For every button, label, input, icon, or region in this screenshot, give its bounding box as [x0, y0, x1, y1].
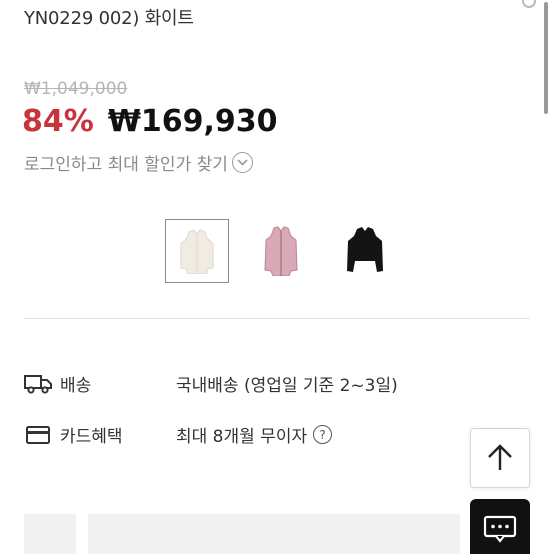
color-option-pink[interactable] — [249, 219, 313, 283]
credit-card-icon — [24, 424, 52, 446]
chat-button[interactable] — [470, 499, 530, 554]
card-benefit-value: 최대 8개월 무이자 — [176, 427, 308, 447]
bottom-panel-right — [88, 514, 460, 554]
jacket-white-icon — [180, 229, 214, 274]
card-benefit-value-wrap: 최대 8개월 무이자 ? — [176, 422, 333, 447]
scroll-to-top-button[interactable] — [470, 428, 530, 488]
color-options — [165, 219, 397, 283]
shipping-row: 배송 국내배송 (영업일 기준 2~3일) — [24, 371, 398, 396]
chevron-down-icon — [231, 152, 253, 173]
original-price: ₩1,049,000 — [24, 79, 128, 99]
card-benefit-row: 카드혜택 최대 8개월 무이자 ? — [24, 422, 333, 447]
jacket-pink-icon — [264, 226, 298, 276]
chat-bubble-icon — [483, 515, 517, 543]
divider — [24, 318, 530, 319]
sale-price: ₩169,930 — [107, 104, 278, 139]
shipping-value: 국내배송 (영업일 기준 2~3일) — [176, 376, 398, 396]
login-discount-link[interactable]: 로그인하고 최대 할인가 찾기 — [24, 150, 253, 175]
discount-rate: 84% — [22, 104, 94, 139]
jacket-black-icon — [347, 227, 383, 272]
price-row: 84% ₩169,930 — [22, 104, 278, 139]
shipping-label: 배송 — [60, 376, 92, 396]
card-benefit-label: 카드혜택 — [60, 427, 123, 447]
color-option-white[interactable] — [165, 219, 229, 283]
color-option-black[interactable] — [333, 219, 397, 283]
bottom-panel-left — [24, 514, 76, 554]
top-scroll-hint — [522, 0, 536, 8]
login-discount-label: 로그인하고 최대 할인가 찾기 — [24, 155, 228, 175]
product-title-line: YN0229 002) 화이트 — [24, 8, 194, 29]
scrollbar[interactable] — [544, 2, 548, 114]
arrow-up-icon — [488, 444, 512, 470]
help-icon[interactable]: ? — [313, 425, 333, 444]
truck-icon — [24, 373, 52, 395]
